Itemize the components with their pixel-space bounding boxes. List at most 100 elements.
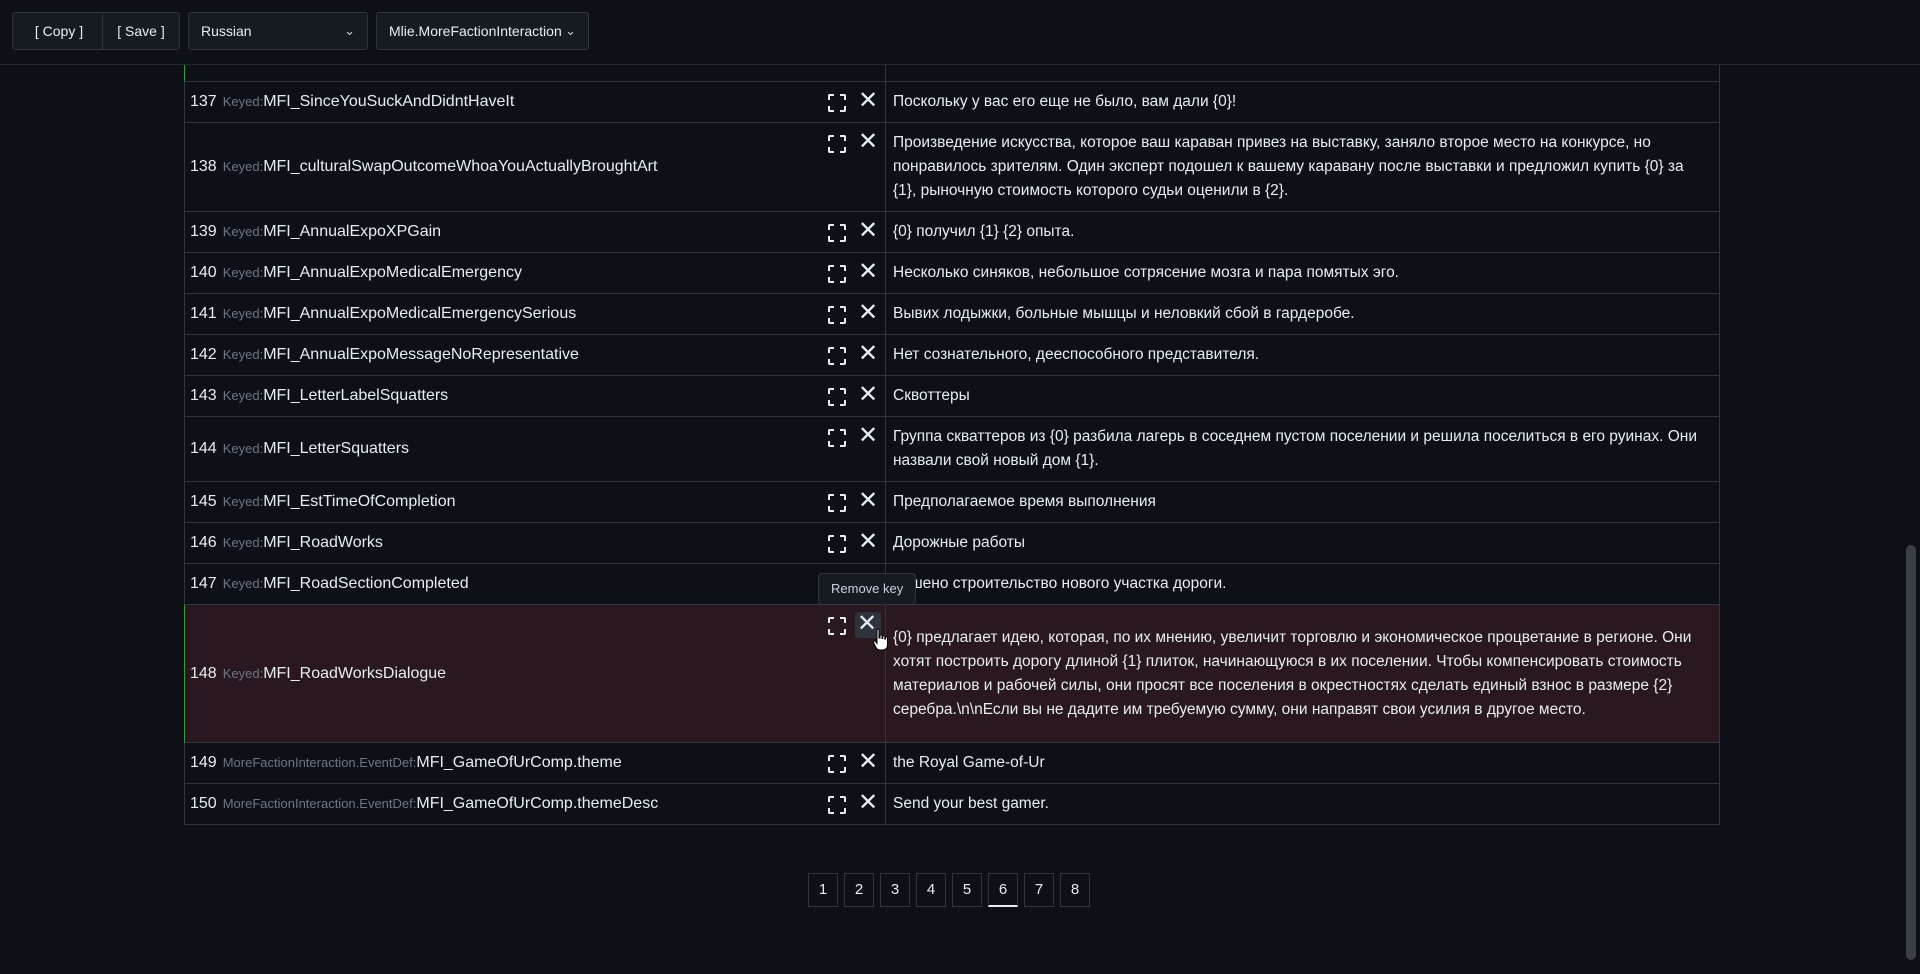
translation-value[interactable]: Поскольку у вас его еще не было, вам дал… <box>893 90 1709 114</box>
key-name: MFI_RoadWorks <box>263 534 383 551</box>
remove-key-icon[interactable]: ✕ <box>858 383 880 408</box>
language-select-value: Russian <box>201 23 252 39</box>
select-key-icon[interactable] <box>826 386 848 408</box>
key-namespace: Keyed: <box>222 347 264 362</box>
key-namespace: Keyed: <box>222 94 264 109</box>
table-row: 139 Keyed:MFI_AnnualExpoXPGain ✕ {0} полу… <box>184 212 1720 253</box>
page-button-8[interactable]: 8 <box>1060 873 1090 907</box>
translation-value[interactable]: {0} предлагает идею, которая, по их мнен… <box>893 626 1709 722</box>
table-row: 144 Keyed:MFI_LetterSquatters ✕ Группа ск… <box>184 417 1720 482</box>
row-number: 140 <box>190 264 217 281</box>
page-button-1[interactable]: 1 <box>808 873 838 907</box>
translation-value[interactable]: Дорожные работы <box>893 531 1709 555</box>
table-row: 142 Keyed:MFI_AnnualExpoMessageNoRepresen… <box>184 335 1720 376</box>
remove-key-tooltip: Remove key <box>818 573 917 605</box>
select-key-icon[interactable] <box>826 304 848 326</box>
key-namespace: Keyed: <box>222 159 264 174</box>
key-name: MFI_culturalSwapOutcomeWhoaYouActuallyBr… <box>263 158 658 175</box>
key-namespace: Keyed: <box>222 494 264 509</box>
translation-value[interactable]: Предполагаемое время выполнения <box>893 490 1709 514</box>
table-row: 149 MoreFactionInteraction.EventDef:MFI_G… <box>184 743 1720 784</box>
page-button-7[interactable]: 7 <box>1024 873 1054 907</box>
remove-key-icon[interactable]: ✕ <box>858 219 880 244</box>
row-number: 149 <box>190 754 217 771</box>
select-key-icon[interactable] <box>826 133 848 155</box>
row-number: 145 <box>190 493 217 510</box>
hand-cursor-icon <box>872 628 888 651</box>
save-button[interactable]: [ Save ] <box>102 12 180 50</box>
translation-value[interactable]: Группа скваттеров из {0} разбила лагерь … <box>893 425 1709 473</box>
select-key-icon[interactable] <box>826 794 848 816</box>
translation-value[interactable]: Сквоттеры <box>893 384 1709 408</box>
remove-key-icon[interactable]: ✕ <box>858 342 880 367</box>
table-row: 145 Keyed:MFI_EstTimeOfCompletion ✕ Предп… <box>184 482 1720 523</box>
key-name: MFI_EstTimeOfCompletion <box>263 493 456 510</box>
key-name: MFI_SinceYouSuckAndDidntHaveIt <box>263 93 515 110</box>
remove-key-icon[interactable]: ✕ <box>858 89 880 114</box>
table-row: 138 Keyed:MFI_culturalSwapOutcomeWhoaYouA… <box>184 123 1720 212</box>
translation-value[interactable]: {0} получил {1} {2} опыта. <box>893 220 1709 244</box>
copy-button[interactable]: [ Copy ] <box>12 12 106 50</box>
key-namespace: MoreFactionInteraction.EventDef: <box>222 796 417 811</box>
key-name: MFI_GameOfUrComp.themeDesc <box>416 795 659 812</box>
key-namespace: MoreFactionInteraction.EventDef: <box>222 755 417 770</box>
key-name: MFI_LetterLabelSquatters <box>263 387 449 404</box>
chevron-down-icon: ⌄ <box>565 23 576 38</box>
translation-value[interactable]: Несколько синяков, небольшое сотрясение … <box>893 261 1709 285</box>
scrollbar-thumb[interactable] <box>1906 545 1916 960</box>
select-key-icon[interactable] <box>826 615 848 637</box>
select-key-icon[interactable] <box>826 533 848 555</box>
key-namespace: Keyed: <box>222 441 264 456</box>
select-key-icon[interactable] <box>826 753 848 775</box>
row-number: 141 <box>190 305 217 322</box>
mod-select-value: Mlie.MoreFactionInteraction <box>389 23 562 39</box>
table-row: 140 Keyed:MFI_AnnualExpoMedicalEmergency … <box>184 253 1720 294</box>
chevron-down-icon: ⌄ <box>344 23 355 38</box>
page-button-5[interactable]: 5 <box>952 873 982 907</box>
row-number: 138 <box>190 158 217 175</box>
translation-value[interactable]: the Royal Game-of-Ur <box>893 751 1709 775</box>
select-key-icon[interactable] <box>826 92 848 114</box>
select-key-icon[interactable] <box>826 427 848 449</box>
toolbar: [ Copy ] [ Save ] Russian ⌄ Mlie.MoreFac… <box>0 0 1920 65</box>
table-row-highlighted: 148 Keyed:MFI_RoadWorksDialogue ✕ {0} пре… <box>184 605 1720 743</box>
key-name: MFI_AnnualExpoMedicalEmergency <box>263 264 522 281</box>
translation-value[interactable]: Вывих лодыжки, больные мышцы и неловкий … <box>893 302 1709 326</box>
remove-key-icon[interactable]: ✕ <box>858 750 880 775</box>
key-namespace: Keyed: <box>222 665 264 681</box>
select-key-icon[interactable] <box>826 263 848 285</box>
table-row: 150 MoreFactionInteraction.EventDef:MFI_G… <box>184 784 1720 825</box>
table-row: 143 Keyed:MFI_LetterLabelSquatters ✕ Скво… <box>184 376 1720 417</box>
translation-value[interactable]: ершено строительство нового участка доро… <box>893 572 1709 596</box>
table-row: 141 Keyed:MFI_AnnualExpoMedicalEmergencyS… <box>184 294 1720 335</box>
translation-value[interactable]: Send your best gamer. <box>893 792 1709 816</box>
row-number: 139 <box>190 223 217 240</box>
key-namespace: Keyed: <box>222 576 264 591</box>
translation-value[interactable]: Произведение искусства, которое ваш кара… <box>893 131 1709 203</box>
row-number: 147 <box>190 575 217 592</box>
remove-key-icon[interactable]: ✕ <box>858 301 880 326</box>
select-key-icon[interactable] <box>826 492 848 514</box>
row-number: 143 <box>190 387 217 404</box>
select-key-icon[interactable] <box>826 345 848 367</box>
remove-key-icon[interactable]: ✕ <box>858 260 880 285</box>
page-button-4[interactable]: 4 <box>916 873 946 907</box>
key-name: MFI_AnnualExpoXPGain <box>263 223 442 240</box>
page-button-6-current[interactable]: 6 <box>988 873 1018 907</box>
select-key-icon[interactable] <box>826 222 848 244</box>
remove-key-icon[interactable]: ✕ <box>858 130 880 155</box>
remove-key-icon[interactable]: ✕ <box>858 424 880 449</box>
key-namespace: Keyed: <box>222 535 264 550</box>
row-number: 144 <box>190 440 217 457</box>
remove-key-icon[interactable]: ✕ <box>858 489 880 514</box>
language-select[interactable]: Russian ⌄ <box>188 12 368 50</box>
mod-select[interactable]: Mlie.MoreFactionInteraction ⌄ <box>376 12 589 50</box>
remove-key-icon[interactable]: ✕ <box>858 791 880 816</box>
table-row: 147 Keyed:MFI_RoadSectionCompleted ершено… <box>184 564 1720 605</box>
remove-key-icon[interactable]: ✕ <box>858 530 880 555</box>
page-button-3[interactable]: 3 <box>880 873 910 907</box>
table-row: 137 Keyed:MFI_SinceYouSuckAndDidntHaveIt … <box>184 82 1720 123</box>
page-button-2[interactable]: 2 <box>844 873 874 907</box>
translation-value[interactable]: Нет сознательного, дееспособного предста… <box>893 343 1709 367</box>
key-name: MFI_RoadWorksDialogue <box>263 664 447 682</box>
